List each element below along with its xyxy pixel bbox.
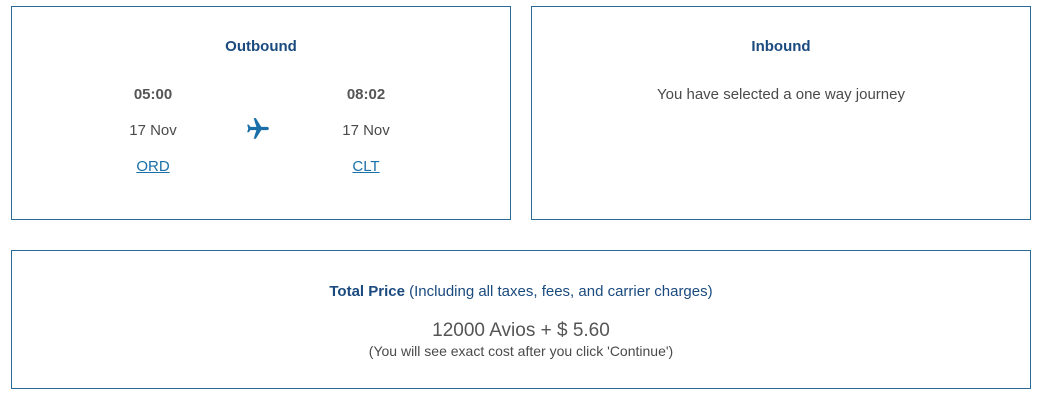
inbound-panel: Inbound You have selected a one way jour…	[531, 6, 1031, 220]
departure-airport-link[interactable]: ORD	[93, 157, 213, 177]
arrival-time: 08:02	[346, 86, 386, 103]
airplane-icon	[247, 118, 269, 139]
arrival-column: 08:02 17 Nov CLT	[306, 85, 426, 177]
price-disclaimer: (You will see exact cost after you click…	[368, 343, 674, 359]
outbound-title: Outbound	[225, 38, 297, 55]
total-price-panel: Total Price (Including all taxes, fees, …	[11, 250, 1031, 389]
departure-column: 05:00 17 Nov ORD	[93, 85, 213, 177]
arrival-date: 17 Nov	[342, 122, 390, 139]
departure-time: 05:00	[133, 86, 173, 103]
outbound-panel: Outbound 05:00 17 Nov ORD 08:02 17 Nov C…	[11, 6, 511, 220]
total-price-heading: Total Price (Including all taxes, fees, …	[12, 283, 1030, 300]
arrival-airport-link[interactable]: CLT	[306, 157, 426, 177]
total-price-label-note: (Including all taxes, fees, and carrier …	[404, 283, 713, 300]
one-way-message: You have selected a one way journey	[657, 86, 905, 103]
total-price-label: Total Price	[329, 283, 405, 300]
total-price-amount: 12000 Avios + $ 5.60	[432, 320, 610, 341]
inbound-title: Inbound	[751, 38, 811, 55]
departure-date: 17 Nov	[129, 122, 177, 139]
